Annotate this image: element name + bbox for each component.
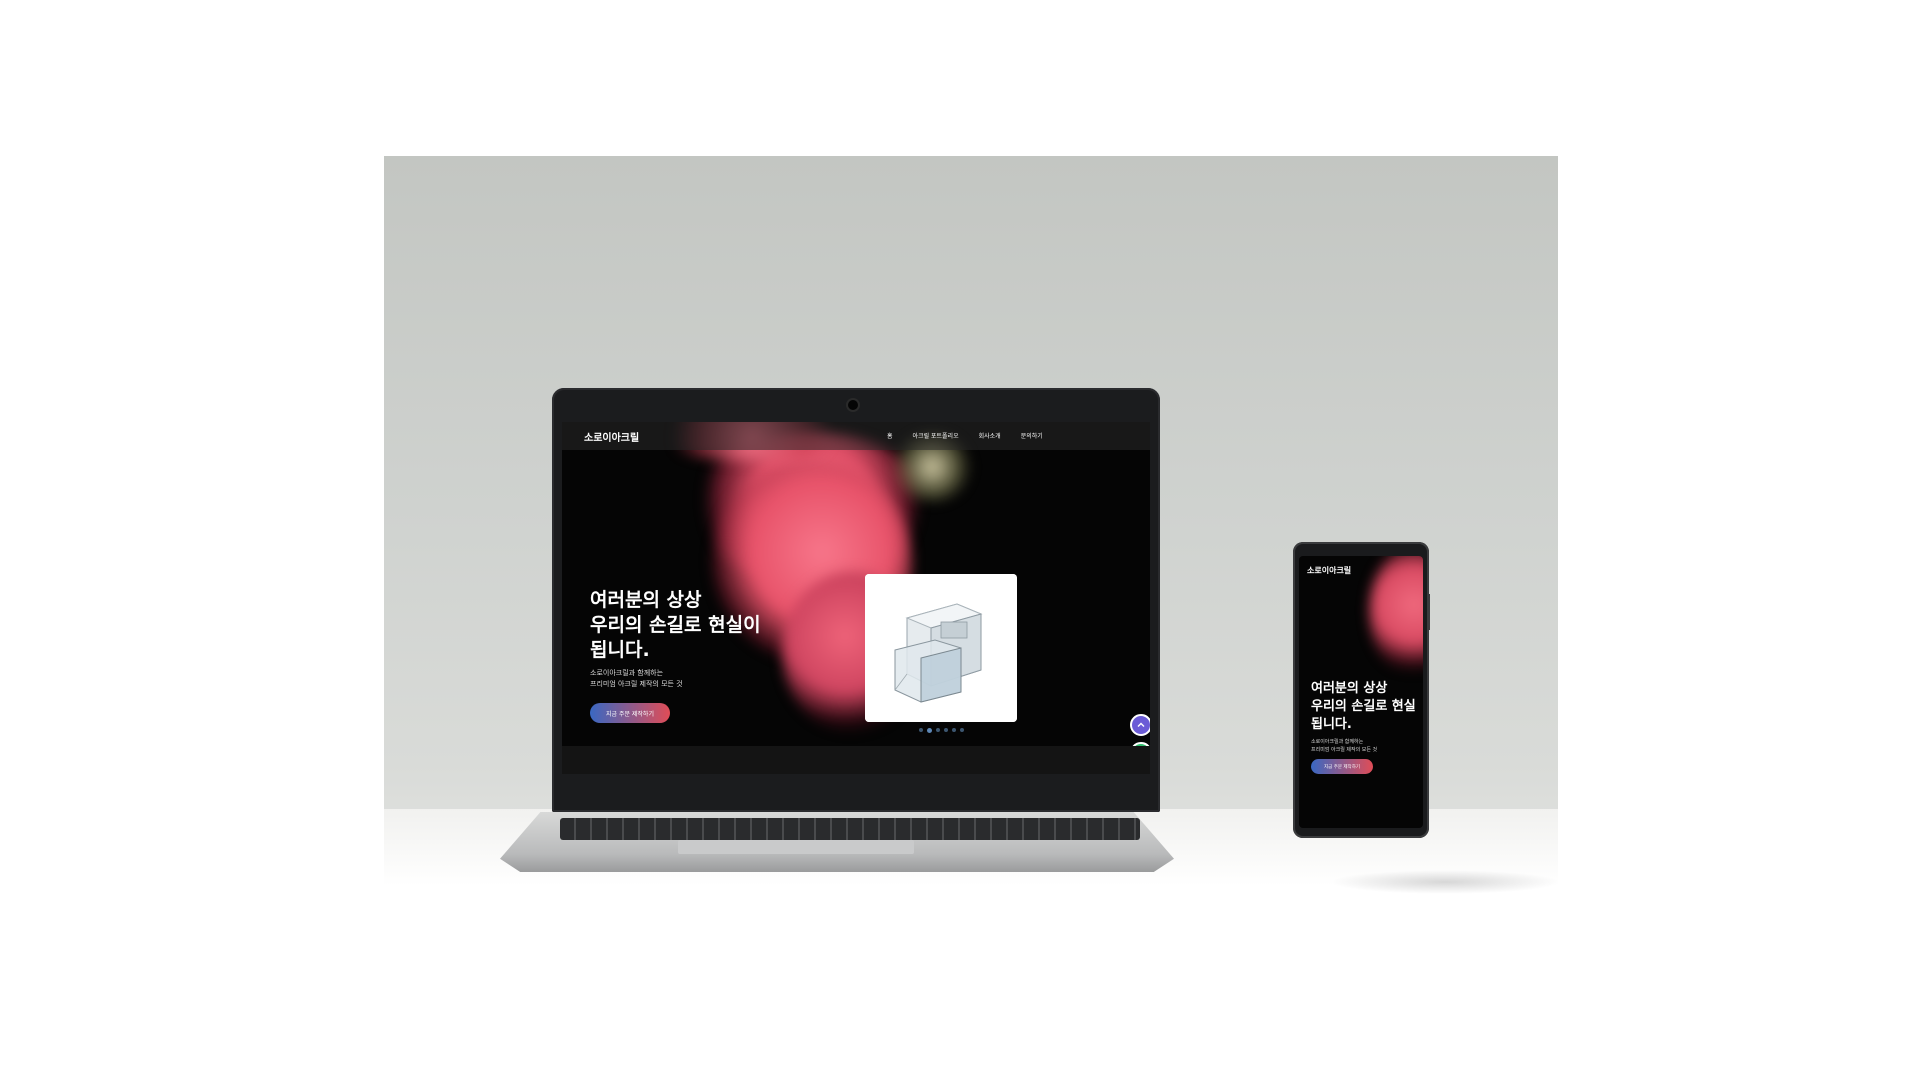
smoke-decoration: [1369, 556, 1423, 676]
hero-subtitle: 소로이아크릴과 함께하는 프리미엄 아크릴 제작의 모든 것: [590, 668, 683, 690]
order-cta-button[interactable]: 지금 주문 제작하기: [1311, 759, 1373, 774]
order-cta-button[interactable]: 지금 주문 제작하기: [590, 703, 670, 723]
hero-title-line: 우리의 손길로 현실: [1311, 699, 1416, 714]
hero-title: 여러분의 상상 우리의 손길로 현실이 됩니다.: [590, 588, 761, 663]
camera-icon: [848, 400, 858, 410]
hero-subtitle-line: 프리미엄 아크릴 제작의 모든 것: [590, 680, 683, 688]
site-logo[interactable]: 소로이아크릴: [1307, 565, 1351, 576]
laptop-trackpad: [678, 840, 914, 854]
carousel-dot-active[interactable]: [927, 728, 932, 733]
hero-subtitle-line: 소로이아크릴과 함께하는: [590, 669, 664, 677]
scroll-top-button[interactable]: [1130, 714, 1150, 736]
hero-title-line: 우리의 손길로 현실이: [590, 614, 761, 636]
carousel-dot[interactable]: [919, 728, 923, 732]
hero-subtitle-line: 프리미엄 아크릴 제작의 모든 것: [1311, 747, 1378, 753]
hero-title-line: 여러분의 상상: [1311, 681, 1388, 696]
navbar: 소로이아크릴 홈 아크릴 포트폴리오 회사소개 문의하기: [562, 422, 1150, 450]
nav-portfolio[interactable]: 아크릴 포트폴리오: [913, 431, 959, 440]
nav-home[interactable]: 홈: [887, 431, 893, 440]
laptop-keyboard: [560, 818, 1140, 840]
carousel-dot[interactable]: [952, 728, 956, 732]
site-logo[interactable]: 소로이아크릴: [584, 429, 639, 444]
hero-title-line: 여러분의 상상: [590, 589, 702, 611]
acrylic-product-image: [865, 574, 1017, 722]
footer-strip: [562, 746, 1150, 774]
nav-links: 홈 아크릴 포트폴리오 회사소개 문의하기: [887, 431, 1043, 440]
phone-side-button: [1427, 594, 1430, 630]
laptop-screen: 소로이아크릴 홈 아크릴 포트폴리오 회사소개 문의하기 여러분의 상상 우리의…: [562, 422, 1150, 774]
carousel-dot[interactable]: [944, 728, 948, 732]
smartphone: 소로이아크릴 여러분의 상상 우리의 손길로 현실 됩니다. 소로이아크릴과 함…: [1293, 542, 1430, 838]
phone-screen: 소로이아크릴 여러분의 상상 우리의 손길로 현실 됩니다. 소로이아크릴과 함…: [1299, 556, 1423, 828]
product-image-card[interactable]: [865, 574, 1017, 722]
hero-subtitle-line: 소로이아크릴과 함께하는: [1311, 739, 1364, 745]
nav-about[interactable]: 회사소개: [979, 431, 1001, 440]
laptop: 소로이아크릴 홈 아크릴 포트폴리오 회사소개 문의하기 여러분의 상상 우리의…: [552, 388, 1160, 812]
hero-title: 여러분의 상상 우리의 손길로 현실 됩니다.: [1311, 680, 1416, 734]
hero-title-line: 됩니다.: [1311, 717, 1352, 732]
website-laptop: 소로이아크릴 홈 아크릴 포트폴리오 회사소개 문의하기 여러분의 상상 우리의…: [562, 422, 1150, 774]
carousel-dots: [919, 728, 964, 733]
hero-title-line: 됩니다.: [590, 639, 650, 661]
chevron-up-icon: [1137, 722, 1145, 727]
phone-shadow: [1330, 870, 1560, 894]
carousel-dot[interactable]: [960, 728, 964, 732]
nav-contact[interactable]: 문의하기: [1021, 431, 1043, 440]
carousel-dot[interactable]: [936, 728, 940, 732]
hero-subtitle: 소로이아크릴과 함께하는 프리미엄 아크릴 제작의 모든 것: [1311, 738, 1377, 754]
